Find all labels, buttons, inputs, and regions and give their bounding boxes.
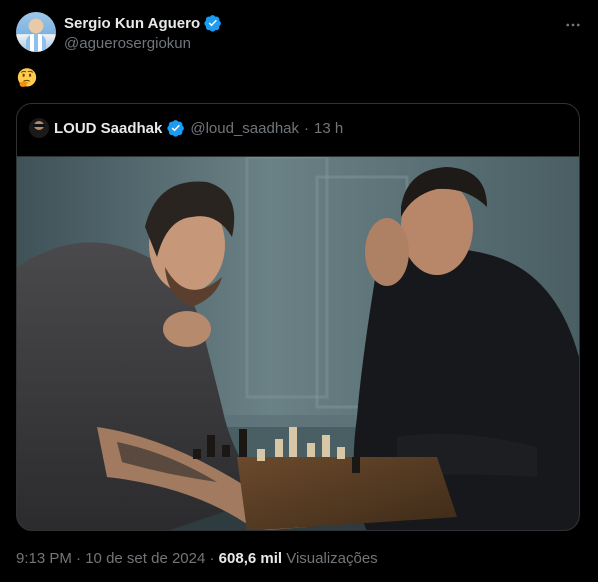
quoted-header: LOUD Saadhak @loud_saadhak · 13 h xyxy=(29,118,343,138)
views-count[interactable]: 608,6 mil xyxy=(219,550,282,567)
more-dots-icon xyxy=(566,23,580,27)
thinking-face-emoji-icon xyxy=(17,68,37,87)
quoted-photo[interactable] xyxy=(17,156,579,531)
meta-separator-1: · xyxy=(76,550,82,567)
author-name[interactable]: Sergio Kun Aguero xyxy=(64,15,200,32)
tweet-date[interactable]: 10 de set de 2024 xyxy=(85,550,205,567)
tweet-meta: 9:13 PM · 10 de set de 2024 · 608,6 mil … xyxy=(16,550,378,567)
tweet-time[interactable]: 9:13 PM xyxy=(16,550,72,567)
verified-badge-icon xyxy=(204,15,221,32)
quoted-avatar[interactable] xyxy=(29,118,49,138)
author-name-row[interactable]: Sergio Kun Aguero xyxy=(64,14,222,32)
meta-separator-2: · xyxy=(209,550,215,567)
quoted-verified-badge-icon xyxy=(167,120,185,137)
quoted-author-name[interactable]: LOUD Saadhak xyxy=(54,120,162,137)
quoted-timestamp[interactable]: 13 h xyxy=(314,120,343,137)
author-handle[interactable]: @aguerosergiokun xyxy=(64,35,191,52)
quoted-author-handle[interactable]: @loud_saadhak xyxy=(190,120,299,137)
quoted-tweet-card[interactable]: LOUD Saadhak @loud_saadhak · 13 h xyxy=(16,103,580,531)
views-label[interactable]: Visualizações xyxy=(286,550,377,567)
tweet: Sergio Kun Aguero @aguerosergiokun LOUD … xyxy=(0,0,598,582)
quoted-separator: · xyxy=(304,119,310,137)
more-horizontal-icon[interactable] xyxy=(562,14,584,36)
author-avatar[interactable] xyxy=(16,12,56,52)
